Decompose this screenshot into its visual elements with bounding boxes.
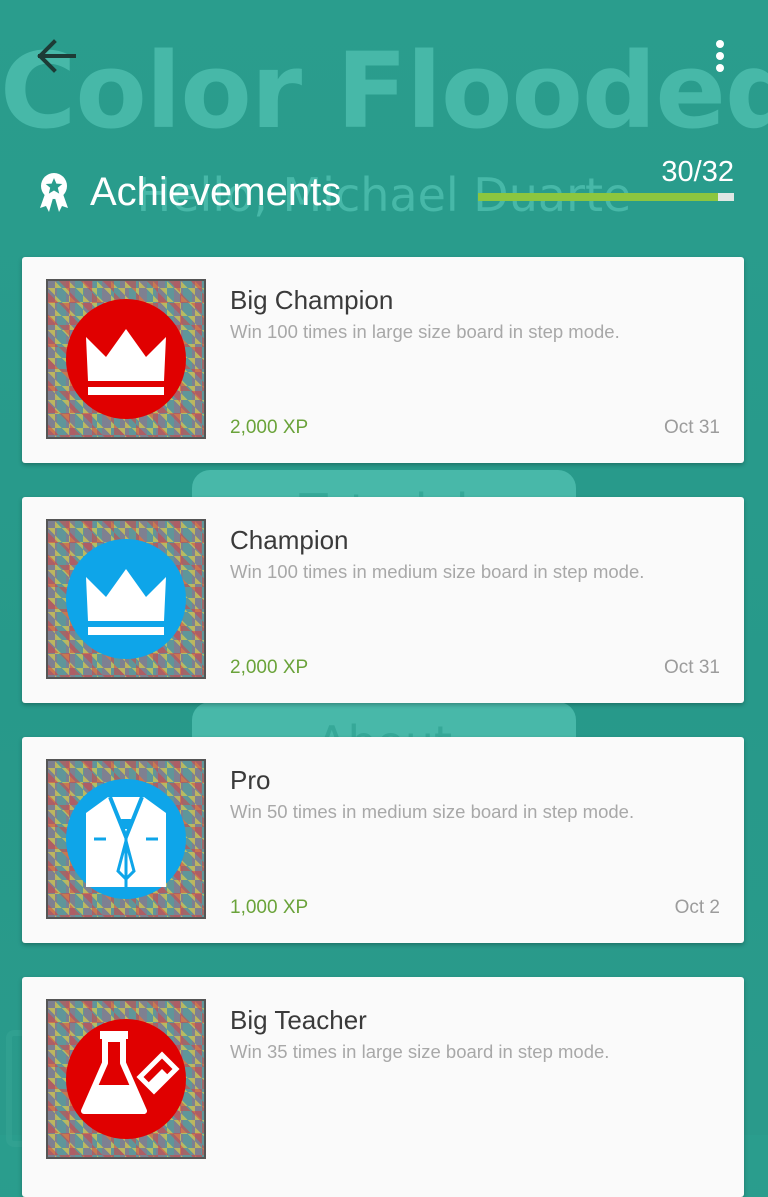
achievement-thumbnail — [46, 279, 206, 439]
achievement-card[interactable]: Big Champion Win 100 times in large size… — [22, 257, 744, 463]
achievement-title: Champion — [230, 525, 349, 555]
achievement-description: Win 50 times in medium size board in ste… — [230, 801, 635, 822]
achievement-xp: 2,000 XP — [230, 657, 309, 678]
achievement-thumbnail — [46, 519, 206, 679]
achievement-description: Win 100 times in large size board in ste… — [230, 321, 620, 342]
overflow-menu-icon[interactable] — [704, 36, 736, 80]
back-arrow-icon[interactable] — [30, 34, 82, 78]
achievement-date: Oct 2 — [674, 897, 720, 918]
achievements-title: Achievements — [90, 170, 342, 214]
achievement-badge — [66, 779, 186, 899]
achievement-description: Win 100 times in medium size board in st… — [230, 561, 645, 582]
achievement-xp: 2,000 XP — [230, 417, 309, 438]
achievements-progress-fill — [478, 193, 718, 201]
background-app-title: Color Flooded — [0, 30, 768, 152]
achievement-date: Oct 31 — [664, 417, 720, 438]
achievement-badge — [66, 1019, 186, 1139]
achievement-xp: 1,000 XP — [230, 897, 309, 918]
award-ribbon-icon — [36, 172, 72, 212]
achievement-title: Big Teacher — [230, 1005, 367, 1035]
suit-icon — [86, 796, 166, 887]
achievement-date: Oct 31 — [664, 657, 720, 678]
achievement-badge — [66, 539, 186, 659]
achievement-card[interactable]: Champion Win 100 times in medium size bo… — [22, 497, 744, 703]
achievement-card[interactable]: Pro Win 50 times in medium size board in… — [22, 737, 744, 943]
achievement-card[interactable]: Big Teacher Win 35 times in large size b… — [22, 977, 744, 1197]
achievement-thumbnail — [46, 999, 206, 1159]
achievement-description: Win 35 times in large size board in step… — [230, 1041, 610, 1062]
achievement-thumbnail — [46, 759, 206, 919]
achievements-count: 30/32 — [661, 156, 734, 188]
achievements-progress-bar — [478, 193, 734, 201]
achievement-badge — [66, 299, 186, 419]
achievement-title: Pro — [230, 765, 271, 795]
achievement-title: Big Champion — [230, 285, 394, 315]
